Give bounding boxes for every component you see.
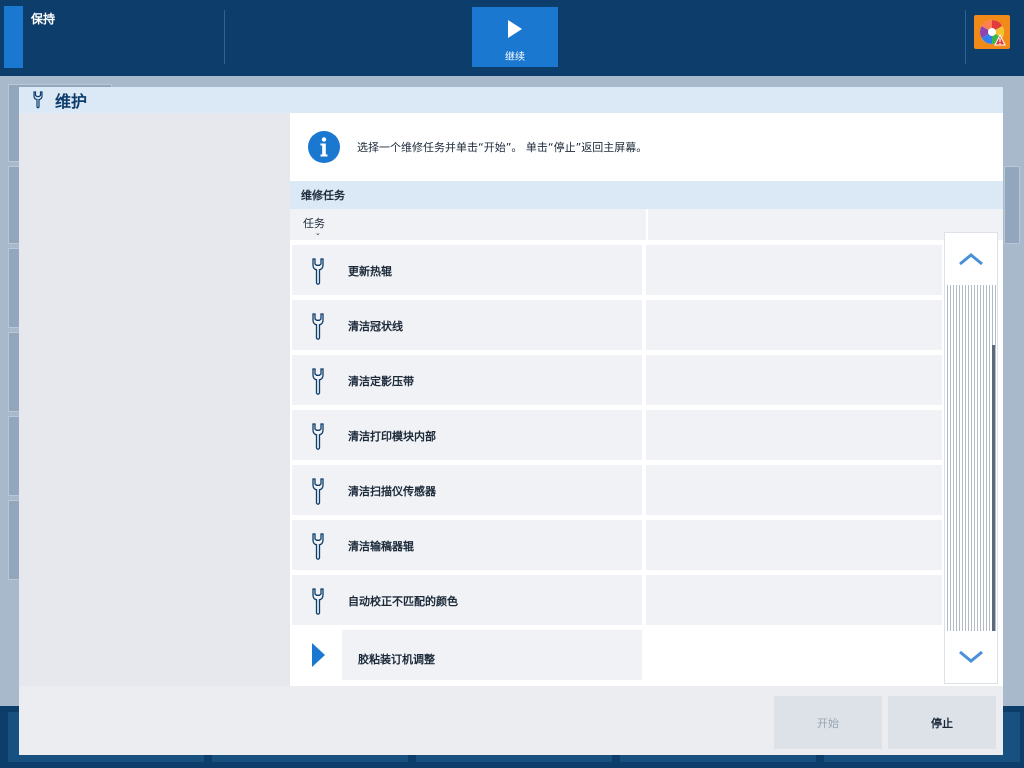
continue-button[interactable]: 继续 [472, 7, 558, 67]
task-row[interactable]: 清洁扫描仪传感器 [292, 465, 942, 515]
task-detail-cell[interactable] [646, 245, 942, 295]
chevron-down-icon [959, 650, 983, 663]
task-detail-cell[interactable] [646, 465, 942, 515]
scroll-thumb[interactable] [992, 345, 995, 631]
wrench-icon [312, 423, 324, 450]
task-label: 自动校正不匹配的颜色 [348, 595, 458, 608]
task-cell[interactable]: 胶粘装订机调整 [292, 630, 642, 680]
wrench-icon [312, 258, 324, 285]
dialog-header: 维护 [19, 87, 1003, 113]
section-title: 维修任务 [290, 181, 1003, 209]
hold-indicator[interactable] [4, 6, 23, 68]
wrench-icon [312, 588, 324, 615]
task-row[interactable]: 清洁冠状线 [292, 300, 942, 350]
divider [224, 10, 225, 64]
task-panel: 选择一个维修任务并单击“开始”。 单击“停止”返回主屏幕。 维修任务 任务 ⌄ … [290, 113, 1003, 686]
top-bar: 保持 继续 [0, 0, 1024, 76]
task-detail-cell[interactable] [646, 520, 942, 570]
task-list: 更新热辊 清洁冠状线 清洁定影压带 清洁打印模块内部 清洁扫描仪传感器 清洁输稿… [290, 243, 945, 686]
task-cell[interactable]: 清洁输稿器辊 [292, 520, 642, 570]
task-cell[interactable]: 清洁定影压带 [292, 355, 642, 405]
column-separator [646, 209, 648, 240]
task-cell[interactable]: 清洁冠状线 [292, 300, 642, 350]
task-cell[interactable]: 更新热辊 [292, 245, 642, 295]
info-bar: 选择一个维修任务并单击“开始”。 单击“停止”返回主屏幕。 [290, 113, 1003, 181]
task-cell[interactable]: 清洁扫描仪传感器 [292, 465, 642, 515]
task-row[interactable]: 清洁定影压带 [292, 355, 942, 405]
left-panel [19, 113, 290, 686]
stop-button[interactable]: 停止 [888, 696, 996, 749]
task-detail-cell[interactable] [646, 410, 942, 460]
task-detail-cell[interactable] [646, 630, 942, 680]
task-row[interactable]: 自动校正不匹配的颜色 [292, 575, 942, 625]
scroll-down-button[interactable] [945, 631, 997, 683]
task-row[interactable]: 更新热辊 [292, 245, 942, 295]
info-text: 选择一个维修任务并单击“开始”。 单击“停止”返回主屏幕。 [357, 141, 648, 154]
info-icon [308, 131, 340, 163]
task-row-selected[interactable]: 胶粘装订机调整 [292, 630, 942, 680]
task-cell[interactable]: 清洁打印模块内部 [292, 410, 642, 460]
task-label: 清洁输稿器辊 [348, 540, 414, 553]
task-label: 胶粘装订机调整 [358, 653, 435, 666]
task-detail-cell[interactable] [646, 300, 942, 350]
scroll-up-button[interactable] [945, 233, 997, 285]
task-row[interactable]: 清洁输稿器辊 [292, 520, 942, 570]
task-detail-cell[interactable] [646, 355, 942, 405]
sort-chevron-icon: ⌄ [315, 229, 321, 237]
task-cell[interactable]: 自动校正不匹配的颜色 [292, 575, 642, 625]
divider [965, 10, 966, 64]
color-warning-icon[interactable] [974, 15, 1010, 49]
column-header-label[interactable]: 任务 [303, 215, 325, 231]
maintenance-icon [33, 91, 43, 109]
dialog-footer: 开始 停止 [19, 686, 1003, 755]
dialog-title: 维护 [55, 92, 88, 111]
hold-label[interactable]: 保持 [31, 10, 55, 27]
wrench-icon [312, 533, 324, 560]
task-label: 清洁扫描仪传感器 [348, 485, 436, 498]
task-detail-cell[interactable] [646, 575, 942, 625]
task-label: 清洁定影压带 [348, 375, 414, 388]
chevron-up-icon [959, 253, 983, 266]
task-label: 清洁打印模块内部 [348, 430, 436, 443]
scroll-track[interactable] [945, 285, 997, 631]
continue-label: 继续 [505, 52, 525, 63]
task-row[interactable]: 清洁打印模块内部 [292, 410, 942, 460]
background-tile [1004, 166, 1020, 244]
wrench-icon [312, 368, 324, 395]
play-arrow-icon [312, 643, 325, 667]
maintenance-dialog: 维护 选择一个维修任务并单击“开始”。 单击“停止”返回主屏幕。 维修任务 任务… [19, 87, 1003, 755]
wrench-icon [312, 313, 324, 340]
wrench-icon [312, 478, 324, 505]
task-label: 更新热辊 [348, 265, 392, 278]
column-header[interactable]: 任务 ⌄ [290, 209, 1003, 240]
play-icon [508, 20, 522, 38]
start-button[interactable]: 开始 [774, 696, 882, 749]
task-label: 清洁冠状线 [348, 320, 403, 333]
scrollbar[interactable] [944, 232, 998, 684]
